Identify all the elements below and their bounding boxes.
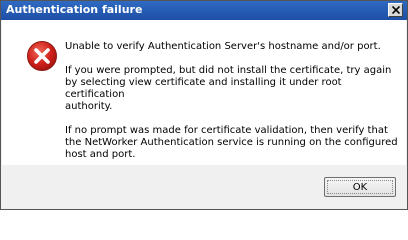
message-line-1: Unable to verify Authentication Server's… [65,41,381,52]
button-bar: OK [1,166,407,209]
message-line-2: If you were prompted, but did not instal… [65,65,392,112]
ok-button[interactable]: OK [324,177,396,197]
message-line-3: If no prompt was made for certificate va… [65,125,398,160]
close-button[interactable] [388,3,403,17]
close-icon [392,6,400,14]
dialog-title: Authentication failure [6,3,143,16]
error-message: Unable to verify Authentication Server's… [65,41,400,173]
message-area: Unable to verify Authentication Server's… [2,20,406,165]
title-bar[interactable]: Authentication failure [1,1,407,20]
error-icon [27,41,57,71]
authentication-failure-dialog: Authentication failure Unable to verify … [0,0,408,210]
